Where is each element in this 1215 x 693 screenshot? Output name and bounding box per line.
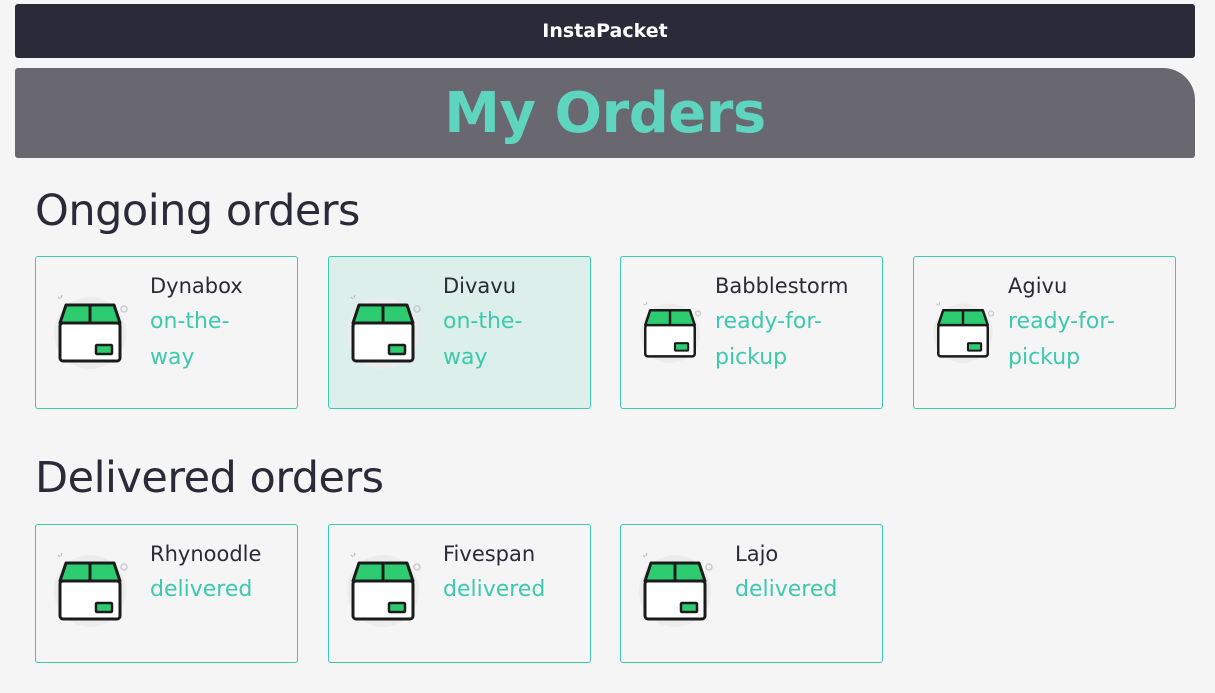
package-box-icon <box>50 289 130 369</box>
package-box-icon <box>343 289 423 369</box>
order-card-fivespan[interactable]: Fivespan delivered <box>328 524 591 663</box>
order-name: Lajo <box>735 542 779 566</box>
order-card-lajo[interactable]: Lajo delivered <box>620 524 883 663</box>
order-name: Dynabox <box>150 274 243 298</box>
order-status: ready-for- pickup <box>715 309 822 370</box>
order-name: Rhynoodle <box>150 542 262 566</box>
order-card-rhynoodle[interactable]: Rhynoodle delivered <box>35 524 298 663</box>
order-status: on-the- way <box>443 309 523 370</box>
page-title: My Orders <box>444 80 766 146</box>
order-status: delivered <box>443 577 546 602</box>
package-box-icon <box>635 547 715 627</box>
order-card-divavu[interactable]: Divavu on-the- way <box>328 256 591 409</box>
order-status: ready-for- pickup <box>1008 309 1115 370</box>
order-name: Fivespan <box>443 542 536 566</box>
order-name: Babblestorm <box>715 274 849 298</box>
order-name: Agivu <box>1008 274 1068 298</box>
brand-name[interactable]: InstaPacket <box>542 20 667 42</box>
package-box-icon <box>343 547 423 627</box>
delivered-orders-heading: Delivered orders <box>35 453 384 503</box>
order-card-babblestorm[interactable]: Babblestorm ready-for- pickup <box>620 256 883 409</box>
order-name: Divavu <box>443 274 517 298</box>
order-status: delivered <box>150 577 253 602</box>
package-box-icon <box>637 297 703 363</box>
top-nav-bar: InstaPacket <box>15 4 1195 58</box>
page-banner: My Orders <box>15 68 1195 158</box>
ongoing-orders-heading: Ongoing orders <box>35 186 360 236</box>
order-card-dynabox[interactable]: Dynabox on-the- way <box>35 256 298 409</box>
package-box-icon <box>50 547 130 627</box>
order-card-agivu[interactable]: Agivu ready-for- pickup <box>913 256 1176 409</box>
order-status: delivered <box>735 577 838 602</box>
order-status: on-the- way <box>150 309 230 370</box>
package-box-icon <box>930 297 996 363</box>
